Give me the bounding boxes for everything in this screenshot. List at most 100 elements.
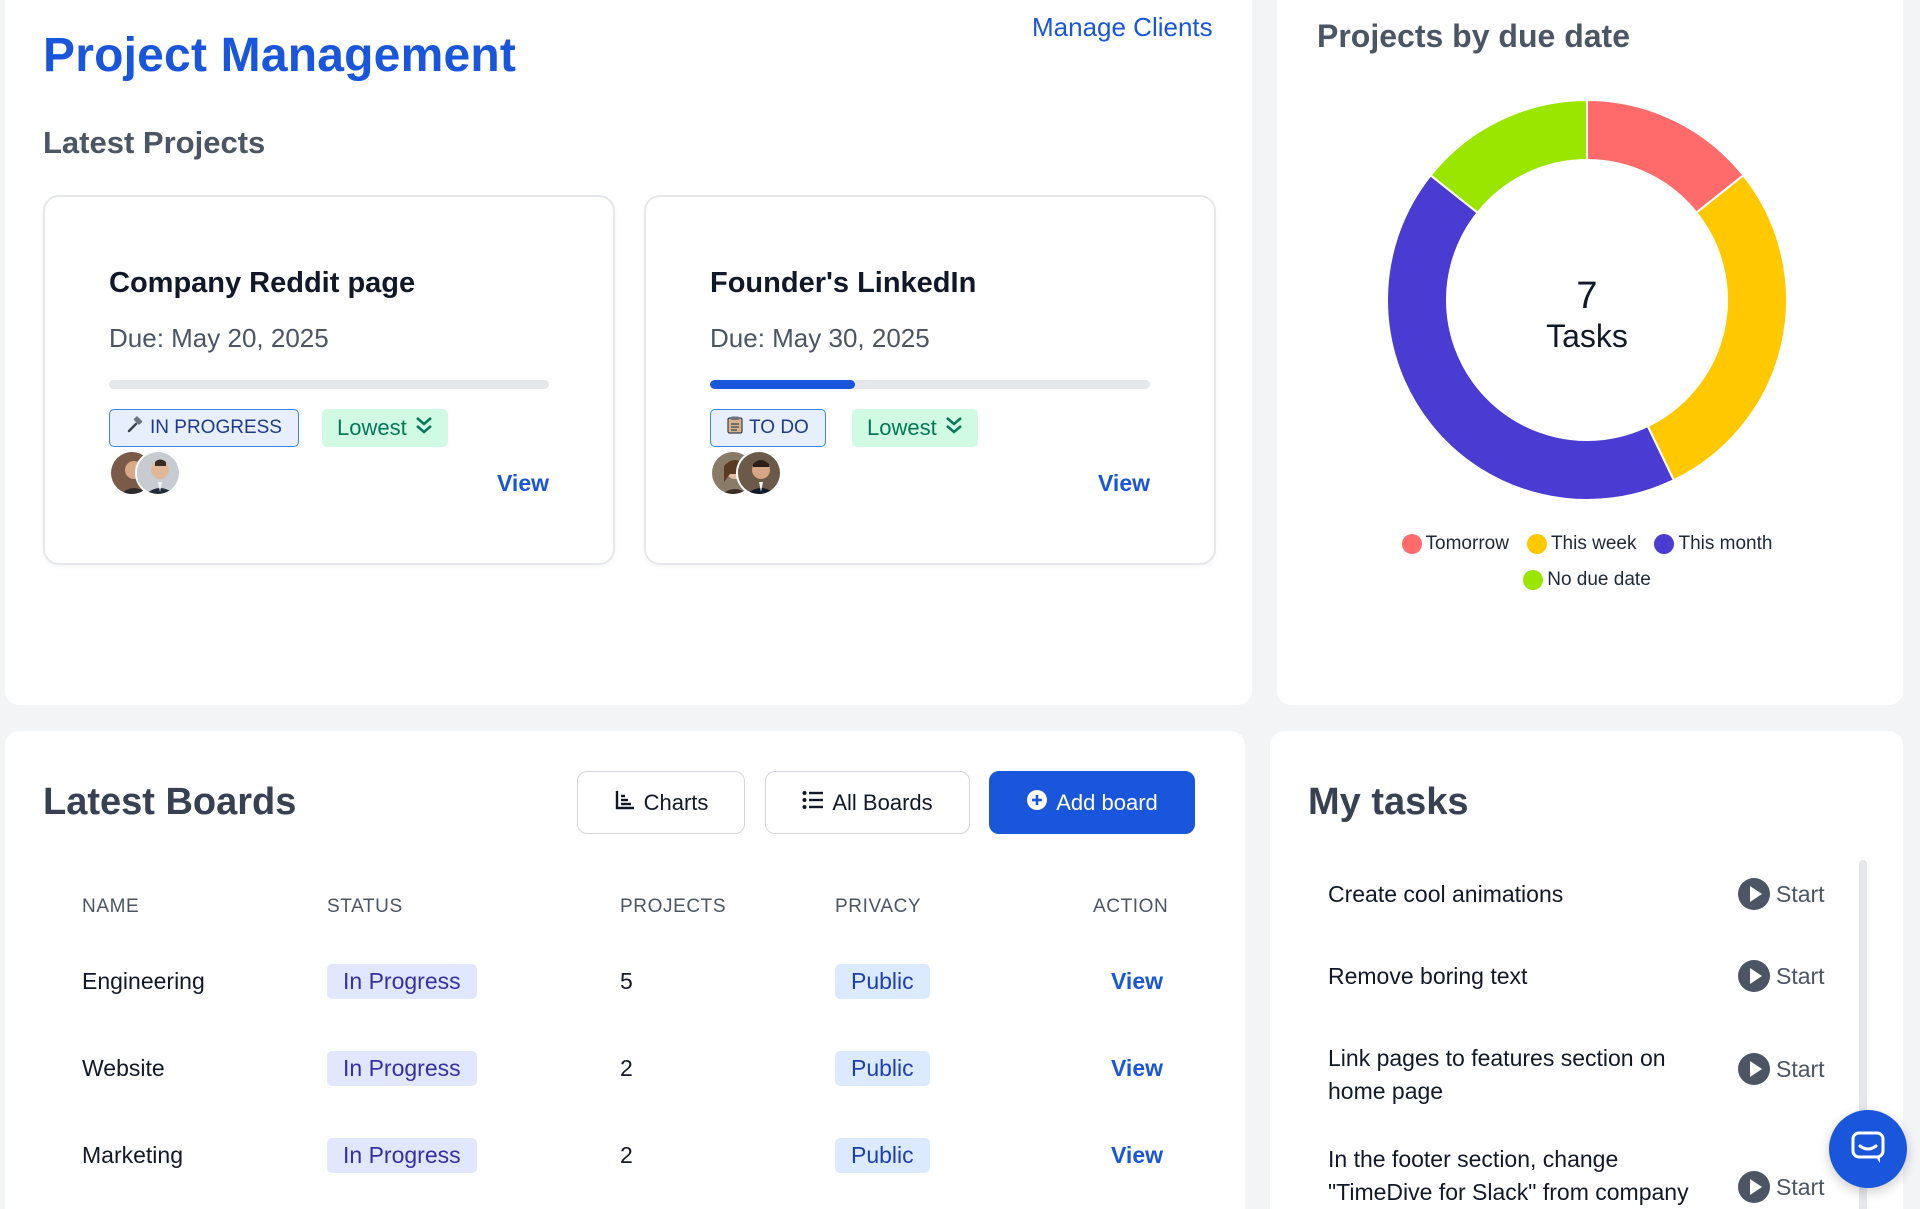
avatar[interactable] [736, 450, 782, 496]
legend-label: This week [1550, 533, 1637, 554]
legend-swatch [1523, 570, 1544, 590]
table-row: Website In Progress 2 Public View [5, 1042, 1245, 1102]
priority-badge: Lowest [322, 409, 448, 447]
start-task-button[interactable]: Start [1738, 1053, 1825, 1085]
project-progress-bar [710, 380, 1150, 389]
legend-swatch [1654, 534, 1675, 554]
board-projects-count: 2 [620, 1055, 633, 1081]
my-tasks-panel: My tasks Create cool animations Start Re… [1270, 731, 1903, 1209]
bar-chart-icon [614, 789, 636, 817]
hammer-icon [126, 416, 144, 440]
assignee-avatars [109, 450, 189, 498]
table-row: Marketing In Progress 2 Public View [5, 1129, 1245, 1189]
latest-projects-heading: Latest Projects [43, 125, 266, 160]
charts-button-label: Charts [643, 789, 709, 815]
start-label: Start [1776, 962, 1825, 989]
projects-by-due-date-panel: Projects by due date 7 Tasks Tomorrow Th… [1277, 0, 1903, 705]
column-header-action: ACTION [1093, 896, 1169, 917]
list-icon [802, 790, 824, 816]
board-name: Marketing [82, 1142, 183, 1168]
clipboard-icon [727, 416, 743, 440]
start-task-button[interactable]: Start [1738, 878, 1825, 910]
view-board-link[interactable]: View [1111, 1142, 1163, 1169]
task-name: In the footer section, change "TimeDive … [1328, 1146, 1689, 1205]
column-header-name: NAME [82, 896, 140, 917]
project-progress-bar [109, 380, 549, 389]
donut-center-label: 7 Tasks [1457, 275, 1717, 355]
project-progress-fill [710, 380, 856, 389]
legend-item-this-month[interactable]: This month [1654, 533, 1772, 555]
legend-swatch [1526, 534, 1547, 554]
status-label: IN PROGRESS [150, 417, 282, 438]
my-tasks-heading: My tasks [1308, 781, 1469, 823]
legend-item-tomorrow[interactable]: Tomorrow [1401, 533, 1509, 555]
task-name: Link pages to features section on home p… [1328, 1045, 1666, 1104]
play-icon [1738, 1171, 1770, 1203]
project-title: Founder's LinkedIn [710, 267, 977, 299]
start-label: Start [1776, 1055, 1825, 1082]
all-boards-button[interactable]: All Boards [765, 771, 970, 834]
board-privacy-badge: Public [835, 1138, 930, 1173]
priority-label: Lowest [867, 415, 937, 440]
priority-label: Lowest [337, 415, 407, 440]
task-count-label: Tasks [1546, 317, 1628, 354]
play-icon [1738, 878, 1770, 910]
board-projects-count: 5 [620, 968, 633, 994]
chart-title: Projects by due date [1317, 18, 1630, 54]
chat-icon [1850, 1130, 1886, 1169]
view-project-link[interactable]: View [497, 470, 549, 497]
board-name: Engineering [82, 968, 205, 994]
latest-projects-panel: Project Management Manage Clients Latest… [5, 0, 1252, 705]
charts-button[interactable]: Charts [577, 771, 745, 834]
view-project-link[interactable]: View [1098, 470, 1150, 497]
view-board-link[interactable]: View [1111, 968, 1163, 995]
latest-boards-panel: Latest Boards Charts All Boards Add boar… [5, 731, 1245, 1209]
legend-item-this-week[interactable]: This week [1526, 533, 1637, 555]
legend-label: This month [1678, 533, 1773, 554]
chat-launcher-button[interactable] [1829, 1110, 1907, 1188]
column-header-privacy: PRIVACY [835, 896, 922, 917]
table-row: Engineering In Progress 5 Public View [5, 955, 1245, 1015]
task-name: Create cool animations [1328, 881, 1564, 907]
assignee-avatars [710, 450, 790, 498]
project-title: Company Reddit page [109, 267, 416, 299]
board-status-badge: In Progress [327, 1138, 477, 1173]
board-name: Website [82, 1055, 165, 1081]
task-count: 7 [1576, 275, 1598, 317]
double-chevron-down-icon [945, 415, 963, 441]
view-board-link[interactable]: View [1111, 1055, 1163, 1082]
play-icon [1738, 1053, 1770, 1085]
double-chevron-down-icon [415, 415, 433, 441]
project-due-date: Due: May 30, 2025 [710, 323, 930, 353]
legend-item-no-due-date[interactable]: No due date [1523, 569, 1651, 591]
task-name: Remove boring text [1328, 963, 1528, 989]
project-status-badge: TO DO [710, 409, 826, 447]
board-status-badge: In Progress [327, 1051, 477, 1086]
plus-circle-icon [1026, 789, 1048, 817]
legend-swatch [1401, 534, 1422, 554]
chart-legend: Tomorrow This week This month No due dat… [1307, 533, 1867, 605]
board-projects-count: 2 [620, 1142, 633, 1168]
avatar[interactable] [135, 450, 181, 496]
legend-row: No due date [1307, 569, 1867, 591]
all-boards-button-label: All Boards [832, 789, 933, 815]
latest-boards-heading: Latest Boards [43, 781, 297, 823]
project-card: Company Reddit page Due: May 20, 2025 IN… [43, 195, 615, 565]
column-header-status: STATUS [327, 896, 403, 917]
priority-badge: Lowest [852, 409, 978, 447]
project-card: Founder's LinkedIn Due: May 30, 2025 TO … [644, 195, 1216, 565]
add-board-button-label: Add board [1056, 789, 1158, 815]
start-label: Start [1776, 1173, 1825, 1200]
legend-row: Tomorrow This week This month [1307, 533, 1867, 555]
board-status-badge: In Progress [327, 964, 477, 999]
project-due-date: Due: May 20, 2025 [109, 323, 329, 353]
play-icon [1738, 960, 1770, 992]
start-task-button[interactable]: Start [1738, 960, 1825, 992]
start-label: Start [1776, 880, 1825, 907]
board-privacy-badge: Public [835, 964, 930, 999]
add-board-button[interactable]: Add board [989, 771, 1195, 834]
start-task-button[interactable]: Start [1738, 1171, 1825, 1203]
project-status-badge: IN PROGRESS [109, 409, 299, 447]
legend-label: Tomorrow [1425, 533, 1509, 554]
manage-clients-link[interactable]: Manage Clients [1032, 12, 1213, 43]
